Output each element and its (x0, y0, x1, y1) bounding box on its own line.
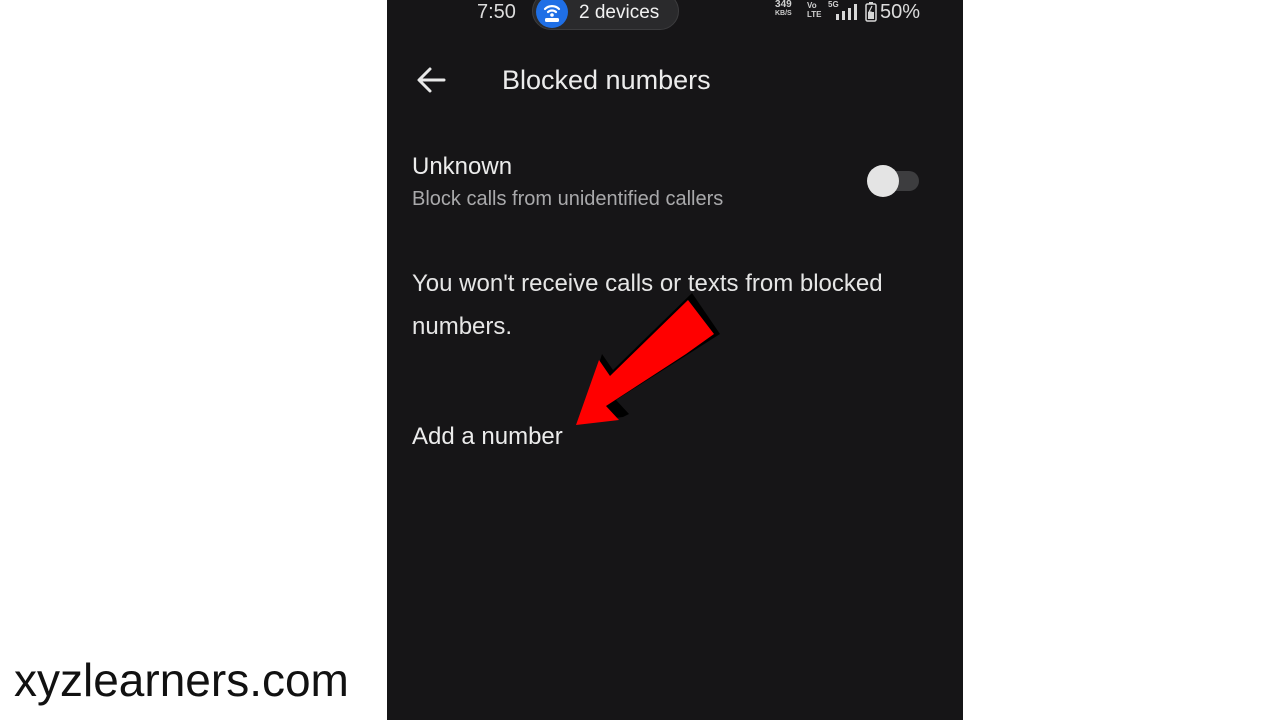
volte-bottom: LTE (807, 10, 822, 19)
network-speed: 349 KB/S (775, 0, 792, 18)
add-number-button[interactable]: Add a number (412, 420, 563, 454)
status-indicators: 349 KB/S Vo LTE 5G 50% (775, 0, 955, 26)
signal-bars-icon (834, 3, 862, 26)
page-title: Blocked numbers (502, 65, 711, 95)
back-button[interactable] (407, 58, 455, 102)
hotspot-label: 2 devices (579, 2, 660, 23)
hotspot-chip[interactable]: 2 devices (532, 0, 679, 30)
status-time: 7:50 (477, 1, 516, 23)
watermark-text: xyzlearners.com (14, 654, 349, 706)
volte-top: Vo (807, 1, 817, 10)
battery-icon (865, 2, 877, 27)
hotspot-icon (536, 0, 568, 28)
page: 7:50 2 devices 349 KB/S Vo LTE 5G 50% Bl… (0, 0, 1280, 720)
toggle-thumb (867, 165, 899, 197)
arrow-left-icon (407, 67, 455, 106)
setting-subtitle: Block calls from unidentified callers (412, 188, 724, 210)
red-arrow-annotation (567, 290, 727, 430)
speed-value: 349 (775, 0, 792, 10)
unknown-callers-toggle[interactable] (867, 164, 919, 198)
unknown-callers-setting[interactable]: Unknown Block calls from unidentified ca… (387, 148, 963, 220)
setting-title: Unknown (412, 153, 513, 180)
battery-percent: 50% (880, 1, 921, 23)
speed-unit: KB/S (775, 10, 792, 17)
volte-indicator: Vo LTE (807, 1, 822, 19)
phone-screen: 7:50 2 devices 349 KB/S Vo LTE 5G 50% Bl… (387, 0, 963, 720)
